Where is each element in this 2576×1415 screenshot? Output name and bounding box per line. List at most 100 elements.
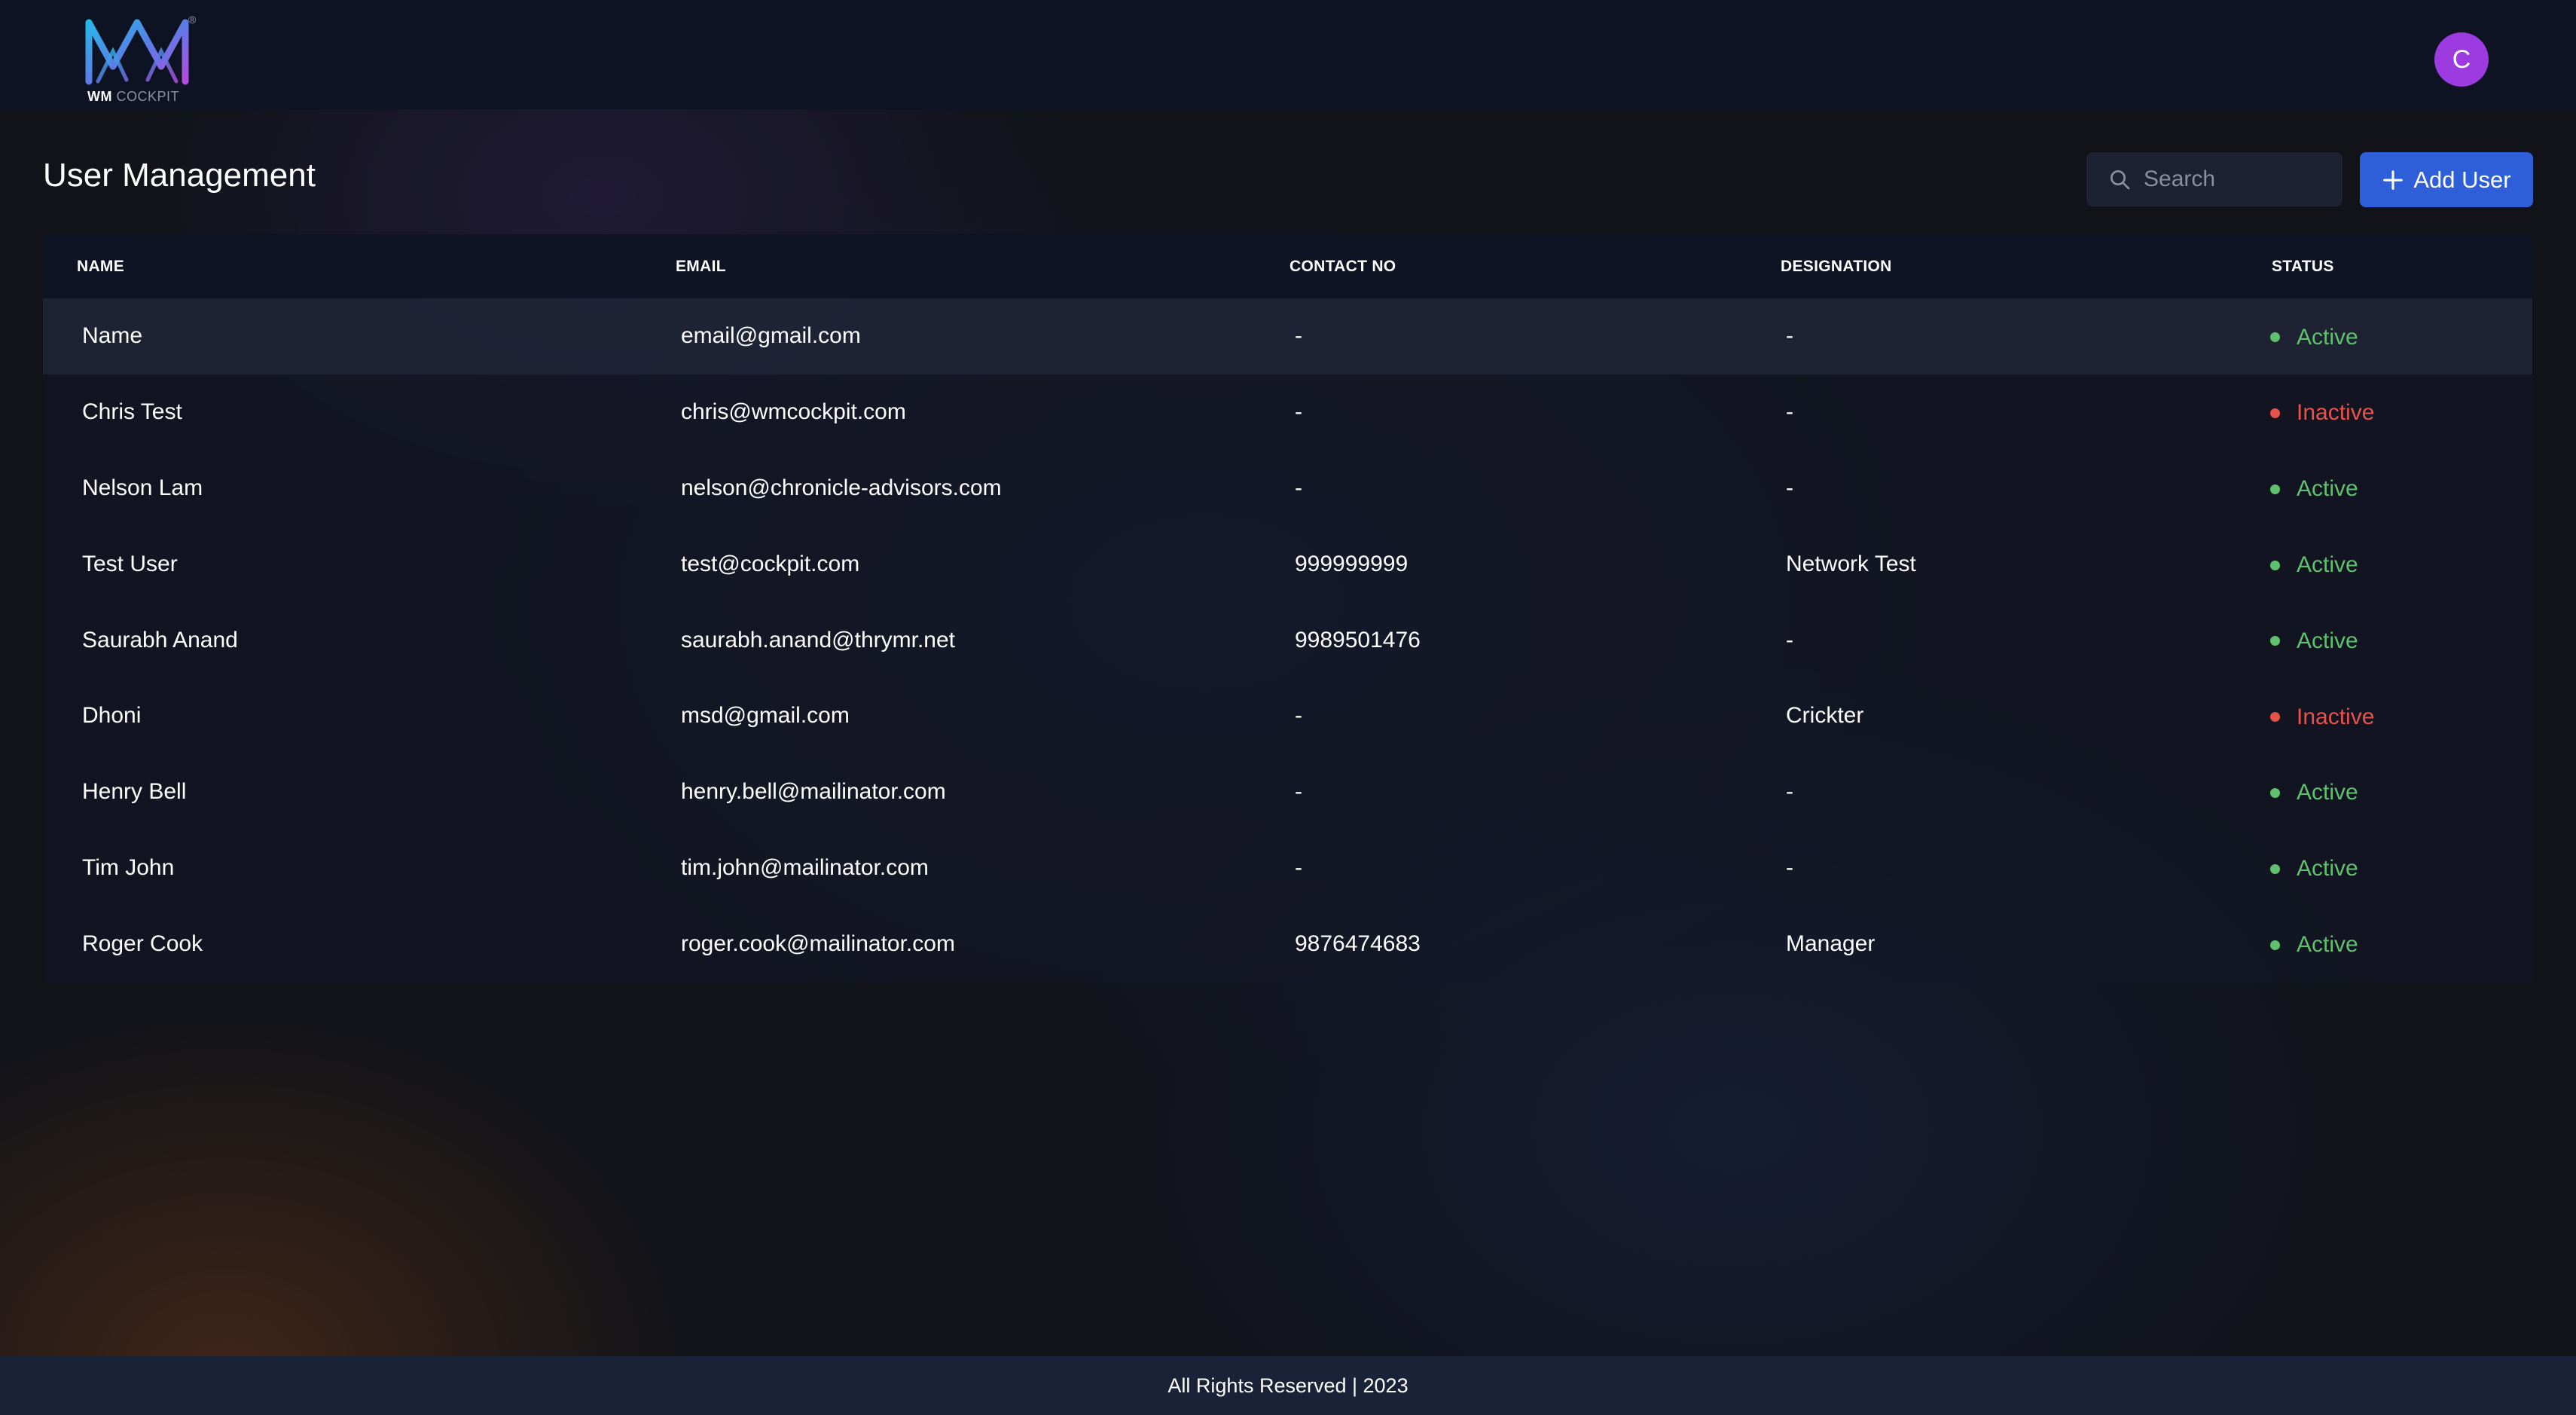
status-badge: Active <box>2270 856 2358 882</box>
footer-text: All Rights Reserved | 2023 <box>1167 1374 1409 1397</box>
status-dot-icon <box>2270 712 2280 723</box>
status-badge: Inactive <box>2270 400 2374 426</box>
cell-contact: - <box>1295 323 1302 349</box>
logo-wordmark: WM COCKPIT <box>87 89 179 105</box>
cell-status: Active <box>2238 602 2532 678</box>
table-header-row: NAME EMAIL CONTACT NO DESIGNATION STATUS <box>43 234 2532 298</box>
table-row[interactable]: Name email@gmail.com - - Active <box>43 298 2532 374</box>
table-row[interactable]: Dhoni msd@gmail.com - Crickter Inactive <box>43 678 2532 754</box>
status-badge: Active <box>2270 628 2358 654</box>
cell-status: Active <box>2238 526 2532 602</box>
cell-status: Active <box>2238 754 2532 830</box>
table-row[interactable]: Roger Cook roger.cook@mailinator.com 98764… <box>43 906 2532 982</box>
status-text: Inactive <box>2297 704 2375 729</box>
add-user-button[interactable]: Add User <box>2360 152 2533 207</box>
avatar-initial: C <box>2452 44 2471 74</box>
cell-contact: - <box>1295 854 1302 880</box>
users-table: NAME EMAIL CONTACT NO DESIGNATION STATUS… <box>43 234 2532 982</box>
status-badge: Active <box>2270 780 2358 805</box>
cell-designation: - <box>1786 854 1793 880</box>
cell-name: Henry Bell <box>82 779 187 805</box>
user-avatar[interactable]: C <box>2434 32 2489 87</box>
logo-brand-bold: WM <box>87 89 112 104</box>
page-title: User Management <box>43 157 316 194</box>
cell-designation: Manager <box>1786 931 1876 956</box>
footer: All Rights Reserved | 2023 <box>0 1356 2576 1415</box>
status-dot-icon <box>2270 863 2280 874</box>
cell-status: Active <box>2238 451 2532 527</box>
status-badge: Active <box>2270 552 2358 578</box>
table-row[interactable]: Test User test@cockpit.com 999999999 Networ… <box>43 526 2532 602</box>
cell-contact: - <box>1295 779 1302 805</box>
column-header-designation[interactable]: DESIGNATION <box>1747 234 2238 298</box>
cell-email: roger.cook@mailinator.com <box>681 931 955 956</box>
status-text: Active <box>2297 780 2358 805</box>
cell-email: email@gmail.com <box>681 323 861 349</box>
table-row[interactable]: Saurabh Anand saurabh.anand@thrymr.net 998… <box>43 602 2532 678</box>
cell-designation: - <box>1786 323 1793 349</box>
status-text: Active <box>2297 552 2358 578</box>
status-badge: Inactive <box>2270 704 2374 730</box>
logo-brand-light: COCKPIT <box>116 89 180 104</box>
top-header: ® WM COCKPIT C <box>0 0 2576 109</box>
status-text: Inactive <box>2297 400 2375 426</box>
wm-cockpit-logo[interactable]: ® WM COCKPIT <box>83 14 196 108</box>
table-body: Name email@gmail.com - - Active Chris Test chr… <box>43 298 2532 982</box>
column-header-email[interactable]: EMAIL <box>642 234 1256 298</box>
plus-icon <box>2382 169 2404 191</box>
cell-designation: - <box>1786 475 1793 500</box>
status-text: Active <box>2297 856 2358 882</box>
cell-email: tim.john@mailinator.com <box>681 854 929 880</box>
cell-contact: - <box>1295 475 1302 500</box>
column-header-status[interactable]: STATUS <box>2238 234 2532 298</box>
cell-email: henry.bell@mailinator.com <box>681 779 946 805</box>
table-row[interactable]: Chris Test chris@wmcockpit.com - - Inactive <box>43 374 2532 451</box>
status-badge: Active <box>2270 325 2358 350</box>
table-row[interactable]: Tim John tim.john@mailinator.com - - Active <box>43 830 2532 906</box>
status-dot-icon <box>2270 332 2280 343</box>
cell-name: Name <box>82 323 143 349</box>
cell-designation: - <box>1786 627 1793 652</box>
column-header-name[interactable]: NAME <box>43 234 642 298</box>
wm-cockpit-logo-icon <box>85 19 189 85</box>
status-text: Active <box>2297 628 2358 653</box>
status-text: Active <box>2297 324 2358 350</box>
cell-status: Active <box>2238 906 2532 982</box>
status-dot-icon <box>2270 408 2280 418</box>
cell-status: Inactive <box>2238 374 2532 451</box>
status-text: Active <box>2297 932 2358 958</box>
cell-email: nelson@chronicle-advisors.com <box>681 475 1002 500</box>
cell-designation: - <box>1786 779 1793 805</box>
cell-contact: - <box>1295 703 1302 729</box>
cell-name: Dhoni <box>82 703 142 729</box>
users-table-container: NAME EMAIL CONTACT NO DESIGNATION STATUS… <box>43 234 2532 983</box>
cell-contact: 9876474683 <box>1295 931 1421 956</box>
status-text: Active <box>2297 476 2358 502</box>
cell-email: saurabh.anand@thrymr.net <box>681 627 955 652</box>
cell-status: Inactive <box>2238 678 2532 754</box>
cell-contact: - <box>1295 399 1302 425</box>
status-dot-icon <box>2270 940 2280 950</box>
search-box[interactable] <box>2086 152 2436 206</box>
cell-name: Saurabh Anand <box>82 627 238 652</box>
cell-status: Active <box>2238 298 2532 374</box>
table-row[interactable]: Nelson Lam nelson@chronicle-advisors.com -… <box>43 451 2532 527</box>
cell-designation: Network Test <box>1786 551 1916 576</box>
cell-name: Chris Test <box>82 399 182 425</box>
cell-email: test@cockpit.com <box>681 551 860 576</box>
cell-contact: 9989501476 <box>1295 627 1421 652</box>
cell-name: Test User <box>82 551 178 576</box>
cell-name: Nelson Lam <box>82 475 203 500</box>
column-header-contact[interactable]: CONTACT NO <box>1256 234 1747 298</box>
cell-email: chris@wmcockpit.com <box>681 399 906 425</box>
status-dot-icon <box>2270 484 2280 494</box>
status-badge: Active <box>2270 932 2358 958</box>
search-icon <box>2107 167 2132 192</box>
cell-designation: Crickter <box>1786 703 1864 729</box>
table-row[interactable]: Henry Bell henry.bell@mailinator.com - - Act… <box>43 754 2532 830</box>
cell-status: Active <box>2238 830 2532 906</box>
cell-designation: - <box>1786 399 1793 425</box>
logo-registered-mark: ® <box>188 14 197 26</box>
cell-name: Tim John <box>82 854 175 880</box>
add-user-label: Add User <box>2413 166 2511 193</box>
